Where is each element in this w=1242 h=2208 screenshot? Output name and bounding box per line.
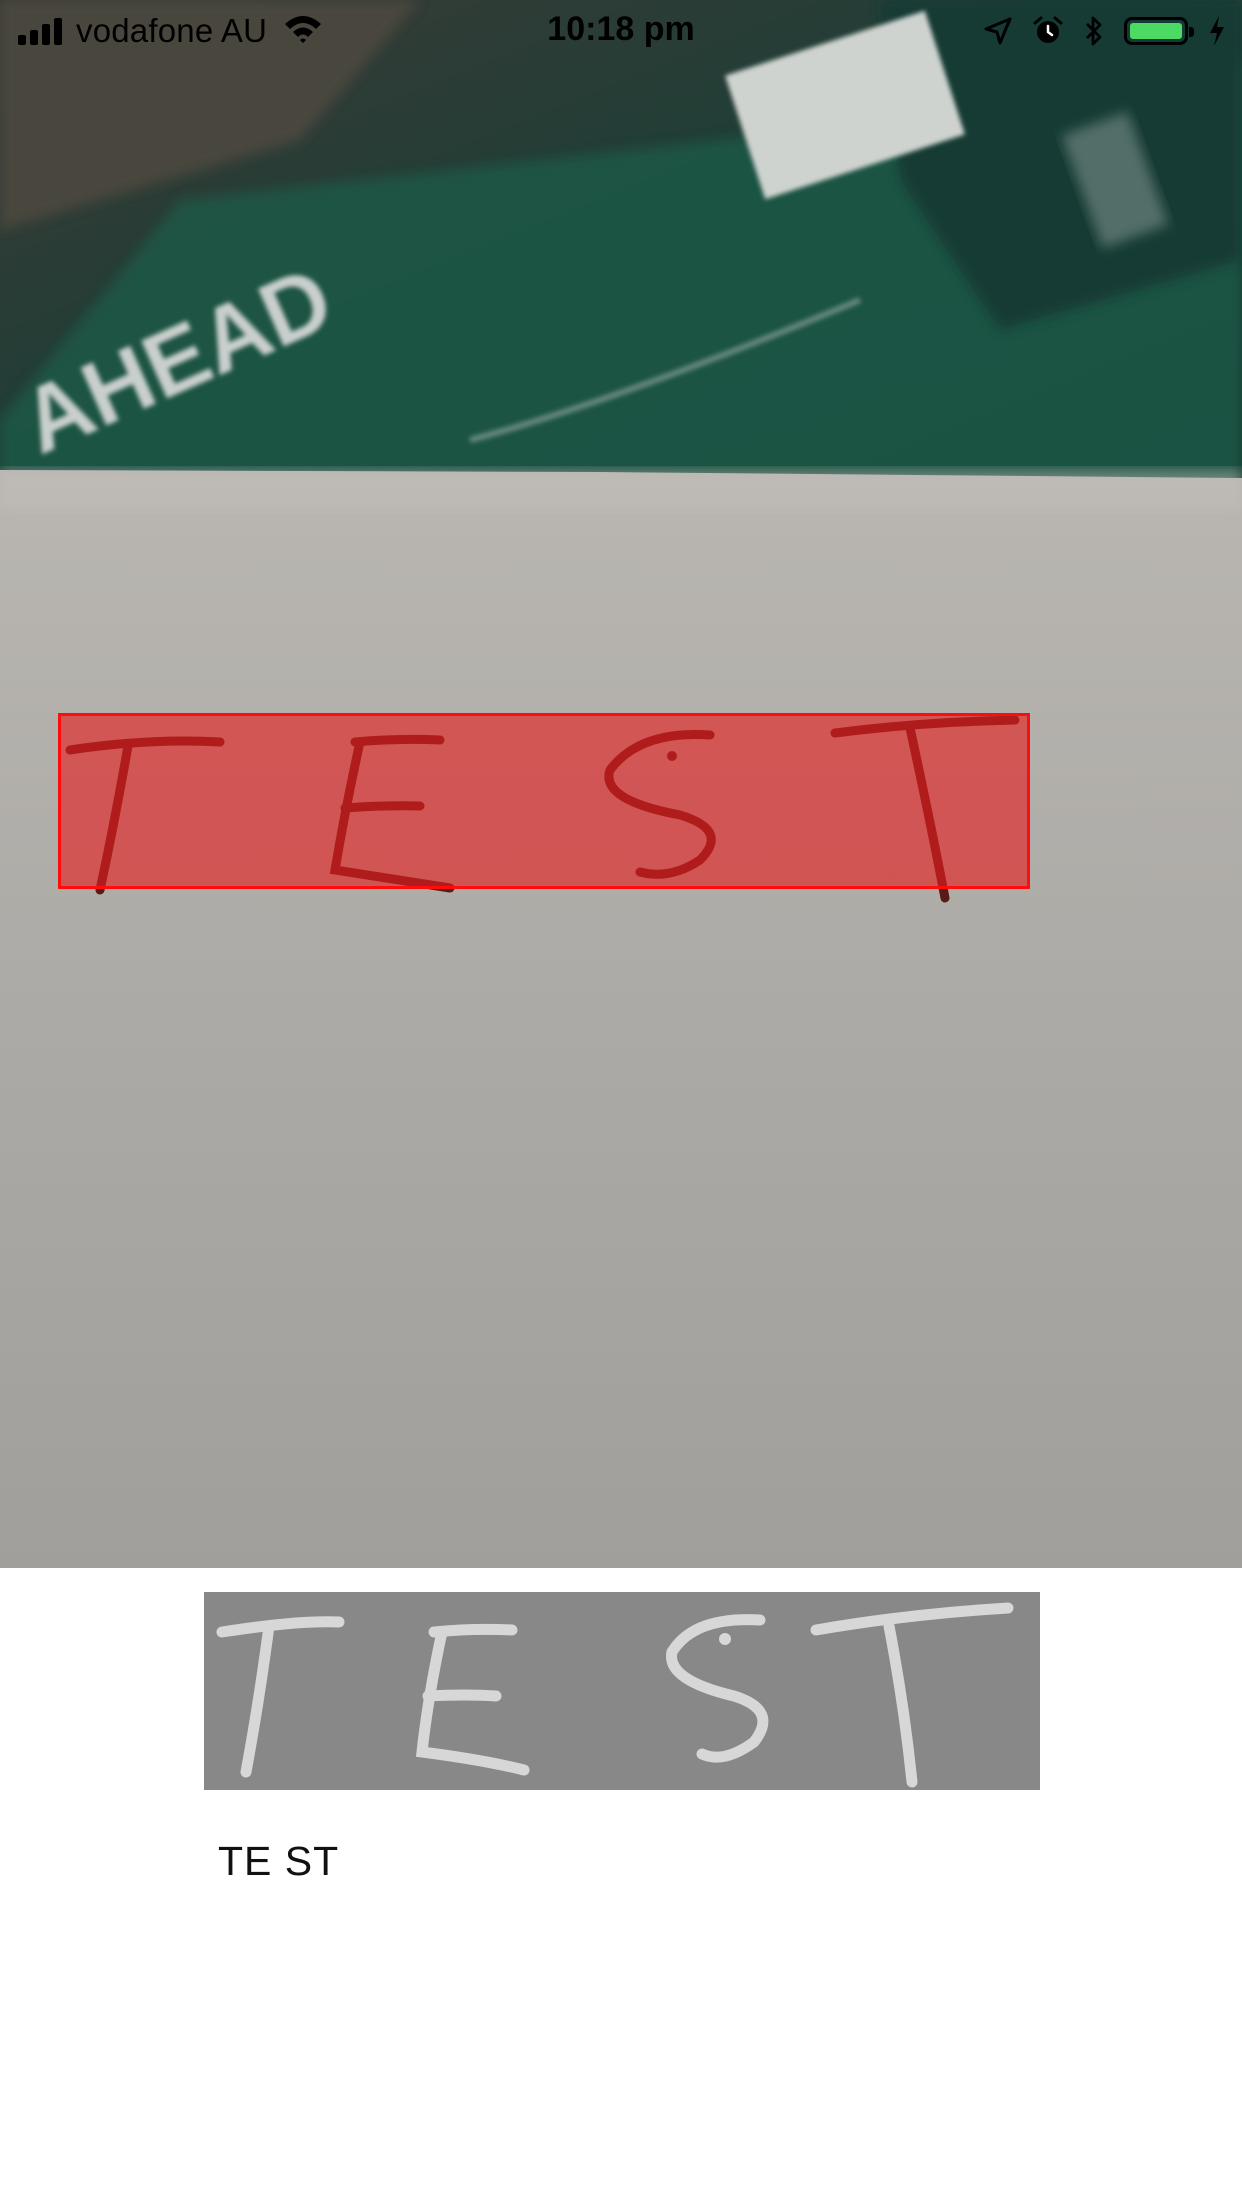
battery-icon: [1124, 17, 1194, 45]
screen: AHEAD vodafone AU 10:18 pm TE ST: [0, 0, 1242, 2208]
battery-level: [1130, 23, 1182, 39]
bluetooth-icon: [1084, 15, 1104, 47]
alarm-icon: [1032, 15, 1064, 47]
recognized-text: TE ST: [218, 1838, 340, 1884]
cropped-word-image: [204, 1592, 1040, 1790]
text-detection-box: [58, 713, 1030, 889]
charging-bolt-icon: [1208, 15, 1226, 47]
paper-sheet: [0, 470, 1242, 1568]
status-bar: vodafone AU 10:18 pm: [0, 0, 1242, 62]
status-right: [964, 12, 1226, 50]
cropped-word-drawing: [204, 1592, 1040, 1790]
location-arrow-icon: [984, 17, 1012, 45]
